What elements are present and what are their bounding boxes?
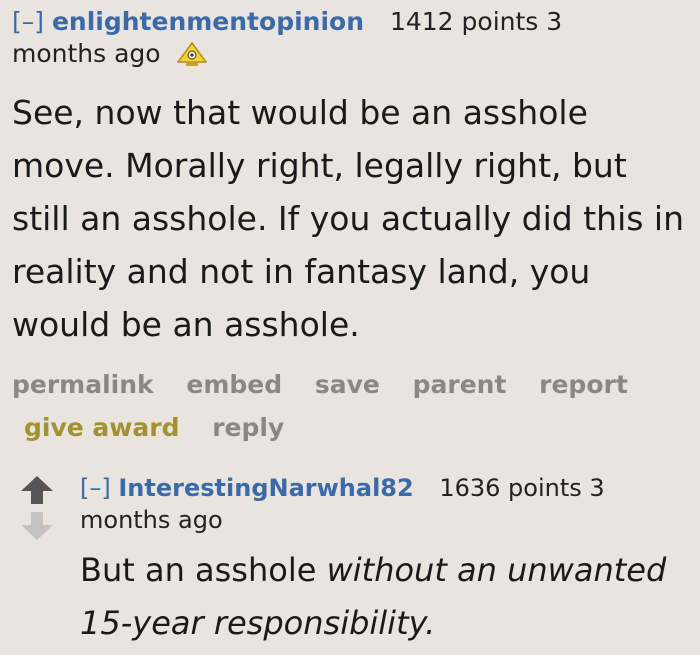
gold-award-icon — [176, 42, 207, 66]
author-link[interactable]: enlightenmentopinion — [52, 7, 364, 36]
collapse-toggle[interactable]: [–] — [80, 474, 111, 502]
upvote-arrow-icon[interactable] — [20, 474, 54, 506]
comment-1-buttons: permalink embed save parent report give … — [12, 363, 692, 449]
comment-2-tagline: [–] InterestingNarwhal82 1636 points 3 m… — [80, 472, 695, 536]
collapse-toggle[interactable]: [–] — [12, 7, 44, 36]
comment-1: [–] enlightenmentopinion 1412 points 3 m… — [12, 6, 692, 449]
reply-button[interactable]: reply — [212, 413, 284, 442]
score: 1412 points 3 — [389, 7, 563, 36]
embed-button[interactable]: embed — [186, 370, 282, 399]
give-award-button[interactable]: give award — [24, 413, 179, 442]
parent-button[interactable]: parent — [413, 370, 507, 399]
comment-2-body-text: But an asshole — [80, 551, 327, 589]
save-button[interactable]: save — [315, 370, 380, 399]
comment-2: [–] InterestingNarwhal82 1636 points 3 m… — [80, 472, 695, 650]
timestamp: months ago — [12, 39, 161, 68]
comment-2-body: But an asshole without an unwanted 15-ye… — [80, 544, 695, 650]
comment-1-body: See, now that would be an asshole move. … — [12, 93, 685, 344]
timestamp: months ago — [80, 506, 223, 534]
score: 1636 points 3 — [439, 474, 605, 502]
author-link[interactable]: InterestingNarwhal82 — [118, 474, 413, 502]
vote-arrows — [20, 474, 54, 542]
downvote-arrow-icon[interactable] — [20, 510, 54, 542]
report-button[interactable]: report — [539, 370, 628, 399]
comment-1-tagline: [–] enlightenmentopinion 1412 points 3 m… — [12, 6, 692, 70]
permalink-button[interactable]: permalink — [12, 370, 154, 399]
